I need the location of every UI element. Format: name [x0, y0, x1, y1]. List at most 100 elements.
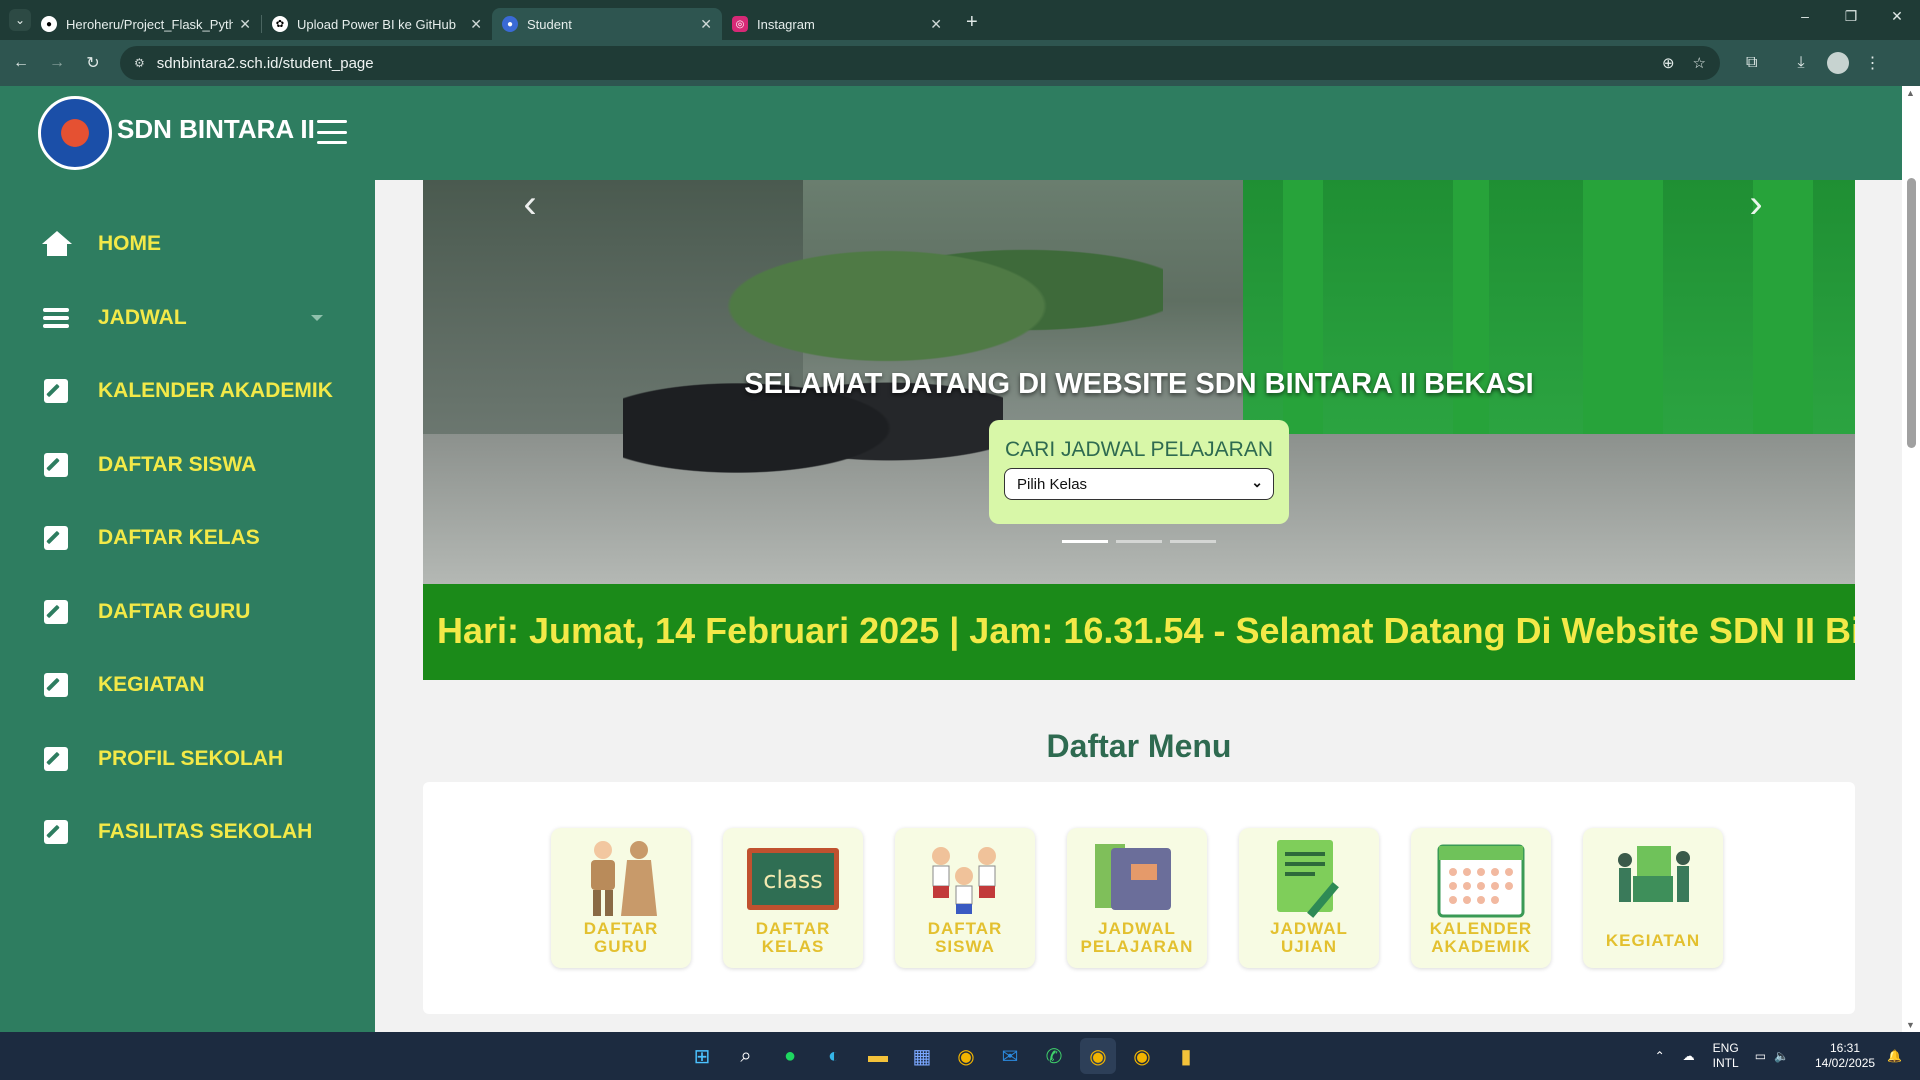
site-info-icon[interactable]: ⚙	[134, 56, 145, 70]
sidebar-item-kegiatan[interactable]: KEGIATAN	[0, 660, 375, 710]
menu-kebab-icon[interactable]: ⋮	[1865, 53, 1881, 73]
menu-item-daftar-siswa[interactable]: DAFTAR SISWA	[895, 828, 1035, 968]
carousel-indicator[interactable]	[1062, 540, 1108, 543]
menu-item-label: KALENDER AKADEMIK	[1429, 919, 1533, 956]
sidebar-item-profil-sekolah[interactable]: PROFIL SEKOLAH	[0, 734, 375, 784]
windows-start-icon[interactable]: ⊞	[684, 1038, 720, 1074]
browser-tab[interactable]: ✿ Upload Power BI ke GitHub ✕	[262, 8, 492, 40]
profile-avatar[interactable]	[1826, 52, 1849, 74]
address-bar[interactable]: ⚙ sdnbintara2.sch.id/student_page ⊕ ☆	[120, 46, 1720, 80]
close-tab-icon[interactable]: ✕	[930, 16, 942, 33]
caret-down-icon	[311, 315, 323, 321]
teachers-illustration	[591, 841, 657, 916]
sidebar-item-fasilitas-sekolah[interactable]: FASILITAS SEKOLAH	[0, 807, 375, 857]
edge-icon[interactable]: ◐	[816, 1038, 852, 1074]
sidebar-item-daftar-guru[interactable]: DAFTAR GURU	[0, 587, 375, 637]
carousel-indicator[interactable]	[1170, 540, 1216, 543]
show-hidden-icons-icon[interactable]: ⌃	[1655, 1049, 1665, 1063]
hero-carousel: ‹ › SELAMAT DATANG DI WEBSITE SDN BINTAR…	[423, 180, 1855, 584]
url-text: sdnbintara2.sch.id/student_page	[156, 54, 374, 72]
windows-taskbar: ⊞ ⌕ ● ◐ ▬ ▦ ◉ ✉ ✆ ◉ ◉ ▮ ⌃ ☁ ENG INTL ▭ 🔈 …	[0, 1032, 1920, 1080]
store-icon[interactable]: ▦	[904, 1038, 940, 1074]
whatsapp-icon[interactable]: ✆	[1036, 1038, 1072, 1074]
menu-item-label: JADWAL PELAJARAN	[1080, 919, 1194, 956]
close-tab-icon[interactable]: ✕	[470, 16, 482, 33]
power-bi-icon[interactable]: ▮	[1168, 1038, 1204, 1074]
hamburger-menu-icon[interactable]	[317, 120, 347, 144]
sidebar-item-daftar-siswa[interactable]: DAFTAR SISWA	[0, 440, 375, 490]
list-icon	[42, 304, 70, 332]
new-tab-button[interactable]: +	[966, 11, 978, 34]
onedrive-icon[interactable]: ☁	[1683, 1049, 1695, 1063]
sidebar-item-jadwal[interactable]: JADWAL	[0, 293, 375, 343]
hero-title: SELAMAT DATANG DI WEBSITE SDN BINTARA II…	[744, 368, 1534, 400]
sidebar-item-kalender-akademik[interactable]: KALENDER AKADEMIK	[0, 366, 375, 416]
chrome-icon[interactable]: ◉	[948, 1038, 984, 1074]
menu-card: DAFTAR GURU class DAFTAR KELAS DAFTAR SISWA	[423, 782, 1855, 1014]
spotify-icon[interactable]: ●	[772, 1038, 808, 1074]
site-icon: ●	[502, 16, 518, 32]
site-brand[interactable]: SDN BINTARA II	[117, 114, 315, 145]
menu-item-daftar-kelas[interactable]: class DAFTAR KELAS	[723, 828, 863, 968]
search-icon[interactable]: ⌕	[728, 1038, 764, 1074]
volume-icon[interactable]: 🔈	[1774, 1049, 1789, 1063]
outlook-icon[interactable]: ✉	[992, 1038, 1028, 1074]
carousel-prev-icon[interactable]: ‹	[515, 184, 545, 224]
network-icon[interactable]: ▭	[1755, 1049, 1766, 1063]
schedule-search-box: CARI JADWAL PELAJARAN Pilih Kelas ⌄	[989, 420, 1289, 524]
sidebar-item-label: DAFTAR KELAS	[98, 526, 260, 549]
browser-tab[interactable]: ◎ Instagram ✕	[722, 8, 952, 40]
scroll-up-icon[interactable]: ▲	[1906, 88, 1915, 98]
notification-bell-icon[interactable]: 🔔	[1887, 1049, 1902, 1063]
restore-button[interactable]: ❐	[1828, 8, 1874, 25]
download-icon[interactable]: ⤓	[1797, 54, 1804, 72]
github-icon: ●	[41, 16, 57, 32]
school-logo[interactable]	[38, 96, 112, 170]
chevron-down-icon: ⌄	[1251, 474, 1263, 490]
menu-item-daftar-guru[interactable]: DAFTAR GURU	[551, 828, 691, 968]
minimize-button[interactable]: –	[1782, 8, 1828, 25]
chrome-active-icon[interactable]: ◉	[1080, 1038, 1116, 1074]
scrollbar-thumb[interactable]	[1907, 178, 1916, 448]
close-tab-icon[interactable]: ✕	[700, 16, 712, 33]
close-tab-icon[interactable]: ✕	[239, 16, 251, 33]
menu-item-jadwal-pelajaran[interactable]: JADWAL PELAJARAN	[1067, 828, 1207, 968]
site-header: SDN BINTARA II	[0, 86, 1902, 180]
menu-item-kalender-akademik[interactable]: KALENDER AKADEMIK	[1411, 828, 1551, 968]
bookmark-star-icon[interactable]: ☆	[1693, 54, 1706, 72]
browser-tab-active[interactable]: ● Student ✕	[492, 8, 722, 40]
chrome-profile-icon[interactable]: ◉	[1124, 1038, 1160, 1074]
page-scrollbar[interactable]: ▲ ▼	[1902, 86, 1920, 1032]
class-select[interactable]: Pilih Kelas ⌄	[1004, 468, 1274, 500]
calendar-illustration	[1437, 844, 1525, 918]
zoom-icon[interactable]: ⊕	[1662, 54, 1675, 72]
carousel-indicator[interactable]	[1116, 540, 1162, 543]
carousel-next-icon[interactable]: ›	[1741, 184, 1771, 224]
scroll-down-icon[interactable]: ▼	[1906, 1020, 1915, 1030]
browser-tab[interactable]: ● Heroheru/Project_Flask_Python ✕	[31, 8, 261, 40]
menu-item-kegiatan[interactable]: KEGIATAN	[1583, 828, 1723, 968]
sidebar-item-home[interactable]: HOME	[0, 219, 375, 269]
sidebar-item-label: DAFTAR SISWA	[98, 453, 257, 476]
file-explorer-icon[interactable]: ▬	[860, 1038, 896, 1074]
menu-item-label: KEGIATAN	[1605, 931, 1701, 950]
sidebar-item-label: PROFIL SEKOLAH	[98, 747, 284, 770]
sidebar-item-label: HOME	[98, 232, 161, 255]
back-icon[interactable]: ←	[6, 54, 36, 72]
chatgpt-icon: ✿	[272, 16, 288, 32]
reload-icon[interactable]: ↻	[78, 53, 108, 73]
sidebar-item-label: FASILITAS SEKOLAH	[98, 820, 313, 843]
sidebar: HOME JADWAL KALENDER AKADEMIK DAFTAR SIS…	[0, 180, 375, 1032]
clock[interactable]: 16:31 14/02/2025	[1815, 1041, 1875, 1071]
sidebar-item-label: KEGIATAN	[98, 673, 205, 696]
tab-search-button[interactable]: ⌄	[9, 9, 31, 31]
edit-icon	[42, 451, 70, 479]
carousel-indicators	[423, 540, 1855, 543]
forward-icon[interactable]: →	[42, 54, 72, 72]
input-language[interactable]: ENG INTL	[1713, 1041, 1739, 1071]
close-window-button[interactable]: ✕	[1874, 8, 1920, 25]
window-controls: – ❐ ✕	[1782, 8, 1920, 25]
extensions-icon[interactable]: ⧉	[1746, 54, 1757, 72]
sidebar-item-daftar-kelas[interactable]: DAFTAR KELAS	[0, 513, 375, 563]
menu-item-jadwal-ujian[interactable]: JADWAL UJIAN	[1239, 828, 1379, 968]
